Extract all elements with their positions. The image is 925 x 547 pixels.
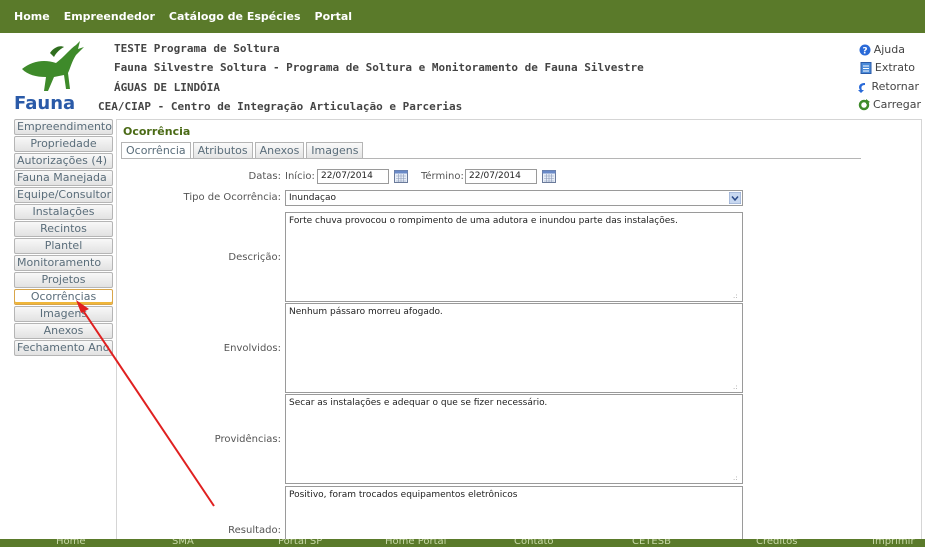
resize-grip-icon[interactable]: .: xyxy=(733,475,739,482)
resize-grip-icon[interactable]: .: xyxy=(733,384,739,391)
help-icon: ? xyxy=(859,44,871,56)
fauna-logo: Fauna xyxy=(14,41,84,111)
nav-catalogo-especies[interactable]: Catálogo de Espécies xyxy=(169,10,301,23)
tab-ocorrencia[interactable]: Ocorrência xyxy=(121,142,191,158)
footer-creditos[interactable]: Créditos xyxy=(756,539,797,547)
carregar-label: Carregar xyxy=(872,98,921,111)
refresh-icon xyxy=(858,98,870,110)
providencias-text: Secar as instalações e adequar o que se … xyxy=(289,398,548,408)
return-arrow-icon xyxy=(858,82,866,93)
header-location: ÁGUAS DE LINDÓIA xyxy=(114,81,220,94)
inicio-date-input[interactable]: 22/07/2014 xyxy=(317,169,389,184)
descricao-label: Descrição: xyxy=(228,252,281,263)
footer-imprimir[interactable]: Imprimir xyxy=(872,539,915,547)
extrato-link[interactable]: Extrato xyxy=(860,61,915,74)
top-nav: Home Empreendedor Catálogo de Espécies P… xyxy=(0,0,925,33)
resultado-label: Resultado: xyxy=(228,525,281,536)
tab-anexos[interactable]: Anexos xyxy=(254,142,305,158)
tab-bar: Ocorrência Atributos Anexos Imagens xyxy=(121,142,364,158)
sidebar-item-empreendimento[interactable]: Empreendimento xyxy=(14,119,113,135)
footer-sma[interactable]: SMA xyxy=(172,539,194,547)
svg-text:Fauna: Fauna xyxy=(14,93,75,111)
inicio-label: Início: xyxy=(285,171,315,182)
carregar-link[interactable]: Carregar xyxy=(858,98,921,111)
sidebar-item-recintos[interactable]: Recintos xyxy=(14,221,113,237)
sidebar-item-instalacoes[interactable]: Instalações xyxy=(14,204,113,220)
footer-contato[interactable]: Contato xyxy=(514,539,554,547)
ajuda-link[interactable]: ? Ajuda xyxy=(859,43,905,56)
calendar-icon[interactable] xyxy=(394,170,408,183)
envolvidos-label: Envolvidos: xyxy=(223,343,281,354)
header-program-name: TESTE Programa de Soltura xyxy=(114,42,280,55)
footer-home-portal[interactable]: Home Portal xyxy=(385,539,446,547)
ajuda-label: Ajuda xyxy=(873,43,905,56)
sidebar: Empreendimento Propriedade Autorizações … xyxy=(14,119,113,547)
main-panel: Ocorrência Ocorrência Atributos Anexos I… xyxy=(116,119,922,547)
sidebar-item-anexos[interactable]: Anexos xyxy=(14,323,113,339)
tipo-ocorrencia-label: Tipo de Ocorrência: xyxy=(183,192,281,203)
nav-portal[interactable]: Portal xyxy=(315,10,353,23)
footer-cetesb[interactable]: CETESB xyxy=(632,539,671,547)
tab-atributos[interactable]: Atributos xyxy=(192,142,253,158)
sidebar-item-fechamento-ano[interactable]: Fechamento Ano xyxy=(14,340,113,356)
providencias-textarea[interactable]: Secar as instalações e adequar o que se … xyxy=(285,394,743,484)
resultado-text: Positivo, foram trocados equipamentos el… xyxy=(289,490,518,500)
footer-portal-sp[interactable]: Portal SP xyxy=(278,539,322,547)
resultado-textarea[interactable]: Positivo, foram trocados equipamentos el… xyxy=(285,486,743,547)
footer: Home SMA Portal SP Home Portal Contato C… xyxy=(0,539,925,547)
sidebar-item-imagens[interactable]: Imagens xyxy=(14,306,113,322)
header-organization: CEA/CIAP - Centro de Integração Articula… xyxy=(98,100,463,113)
extrato-label: Extrato xyxy=(874,61,915,74)
providencias-label: Providências: xyxy=(214,434,281,445)
sidebar-item-projetos[interactable]: Projetos xyxy=(14,272,113,288)
sidebar-item-ocorrencias[interactable]: Ocorrências xyxy=(14,289,113,305)
envolvidos-textarea[interactable]: Nenhum pássaro morreu afogado. .: xyxy=(285,303,743,393)
sidebar-item-monitoramento[interactable]: Monitoramento xyxy=(14,255,113,271)
sidebar-item-fauna-manejada[interactable]: Fauna Manejada xyxy=(14,170,113,186)
sidebar-item-autorizacoes[interactable]: Autorizações (4) xyxy=(14,153,113,169)
retornar-link[interactable]: Retornar xyxy=(856,80,919,93)
descricao-textarea[interactable]: Forte chuva provocou o rompimento de uma… xyxy=(285,212,743,302)
sidebar-item-plantel[interactable]: Plantel xyxy=(14,238,113,254)
termino-date-input[interactable]: 22/07/2014 xyxy=(465,169,537,184)
descricao-text: Forte chuva provocou o rompimento de uma… xyxy=(289,216,678,226)
tab-divider xyxy=(121,158,861,159)
sidebar-item-equipe-consultor[interactable]: Equipe/Consultor xyxy=(14,187,113,203)
footer-home[interactable]: Home xyxy=(56,539,86,547)
tipo-ocorrencia-select[interactable]: Inundaçao xyxy=(285,190,743,206)
tab-imagens[interactable]: Imagens xyxy=(306,142,364,158)
document-icon xyxy=(860,61,872,74)
retornar-label: Retornar xyxy=(871,80,919,93)
nav-home[interactable]: Home xyxy=(14,10,50,23)
termino-label: Término: xyxy=(421,171,464,182)
header-program-full: Fauna Silvestre Soltura - Programa de So… xyxy=(114,61,644,74)
datas-label: Datas: xyxy=(248,171,281,182)
resize-grip-icon[interactable]: .: xyxy=(733,293,739,300)
calendar-icon[interactable] xyxy=(542,170,556,183)
header: Fauna TESTE Programa de Soltura Fauna Si… xyxy=(0,33,925,117)
sidebar-item-propriedade[interactable]: Propriedade xyxy=(14,136,113,152)
svg-text:?: ? xyxy=(862,46,867,56)
section-title: Ocorrência xyxy=(123,125,191,138)
chevron-down-icon xyxy=(729,192,741,204)
envolvidos-text: Nenhum pássaro morreu afogado. xyxy=(289,307,443,317)
nav-empreendedor[interactable]: Empreendedor xyxy=(64,10,155,23)
tipo-ocorrencia-value: Inundaçao xyxy=(289,193,336,203)
